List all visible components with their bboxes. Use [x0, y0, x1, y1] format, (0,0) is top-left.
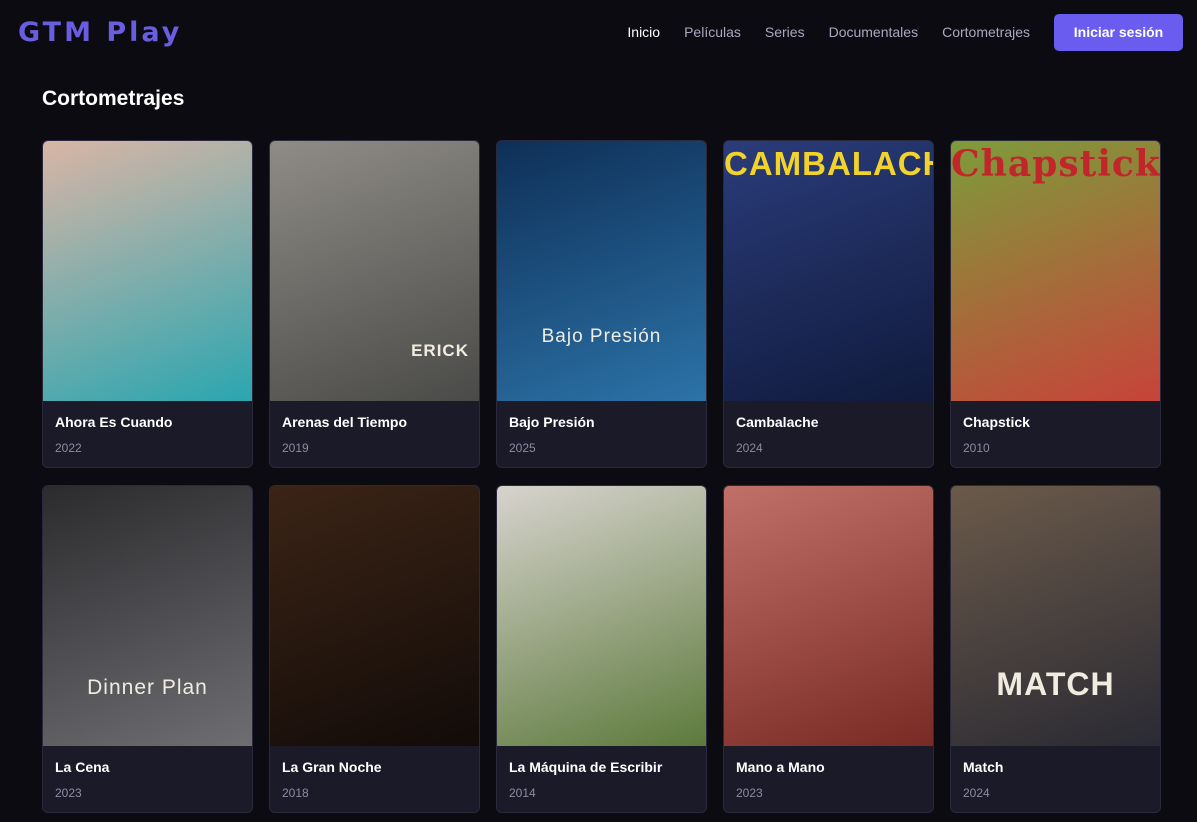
- movie-poster[interactable]: [497, 486, 706, 746]
- card-info: Ahora Es Cuando 2022: [43, 401, 252, 455]
- movie-title: Chapstick: [963, 414, 1030, 430]
- nav-peliculas[interactable]: Películas: [684, 24, 741, 40]
- movie-poster[interactable]: Bajo Presión: [497, 141, 706, 401]
- movie-card[interactable]: Dinner Plan La Cena 2023: [42, 485, 253, 813]
- nav-cortometrajes[interactable]: Cortometrajes: [942, 24, 1030, 40]
- movie-title: La Máquina de Escribir: [509, 759, 663, 775]
- main-nav: Inicio Películas Series Documentales Cor…: [627, 13, 1183, 51]
- login-button[interactable]: Iniciar sesión: [1054, 13, 1183, 51]
- movie-year: 2018: [282, 786, 309, 800]
- poster-title-text: Chapstick: [951, 143, 1160, 185]
- movie-year: 2014: [509, 786, 536, 800]
- movie-poster[interactable]: [270, 486, 479, 746]
- movie-year: 2024: [736, 441, 763, 455]
- movie-title: Cambalache: [736, 414, 819, 430]
- movie-poster[interactable]: ERICK: [270, 141, 479, 401]
- movie-card[interactable]: Bajo Presión Bajo Presión 2025: [496, 140, 707, 468]
- card-info: Match 2024: [951, 746, 1160, 800]
- movie-year: 2019: [282, 441, 309, 455]
- movie-card[interactable]: Chapstick Chapstick 2010: [950, 140, 1161, 468]
- movie-poster[interactable]: [724, 486, 933, 746]
- poster-title-text: CAMBALACHE: [724, 145, 933, 182]
- movie-poster[interactable]: Dinner Plan: [43, 486, 252, 746]
- movie-card[interactable]: ERICK Arenas del Tiempo 2019: [269, 140, 480, 468]
- movie-card[interactable]: CAMBALACHE Cambalache 2024: [723, 140, 934, 468]
- card-info: Arenas del Tiempo 2019: [270, 401, 479, 455]
- card-info: La Máquina de Escribir 2014: [497, 746, 706, 800]
- movie-card[interactable]: Ahora Es Cuando 2022: [42, 140, 253, 468]
- poster-title-text: MATCH: [996, 666, 1115, 702]
- card-info: Mano a Mano 2023: [724, 746, 933, 800]
- movie-title: Ahora Es Cuando: [55, 414, 173, 430]
- movie-title: La Cena: [55, 759, 110, 775]
- movie-title: Mano a Mano: [736, 759, 825, 775]
- card-info: Bajo Presión 2025: [497, 401, 706, 455]
- movie-card[interactable]: La Máquina de Escribir 2014: [496, 485, 707, 813]
- movie-year: 2025: [509, 441, 536, 455]
- movie-card[interactable]: MATCH Match 2024: [950, 485, 1161, 813]
- top-bar: GTM Play Inicio Películas Series Documen…: [0, 0, 1197, 64]
- movie-year: 2010: [963, 441, 990, 455]
- poster-title-text: ERICK: [411, 341, 469, 360]
- movie-poster[interactable]: MATCH: [951, 486, 1160, 746]
- movie-year: 2024: [963, 786, 990, 800]
- section-title: Cortometrajes: [42, 87, 185, 110]
- movie-year: 2022: [55, 441, 82, 455]
- card-info: La Gran Noche 2018: [270, 746, 479, 800]
- movie-title: La Gran Noche: [282, 759, 382, 775]
- movie-grid: Ahora Es Cuando 2022 ERICK Arenas del Tiemp…: [42, 140, 1161, 813]
- card-info: Chapstick 2010: [951, 401, 1160, 455]
- poster-title-text: Bajo Presión: [541, 326, 662, 347]
- nav-documentales[interactable]: Documentales: [829, 24, 919, 40]
- movie-poster[interactable]: CAMBALACHE: [724, 141, 933, 401]
- movie-title: Match: [963, 759, 1004, 775]
- poster-title-text: Dinner Plan: [87, 676, 208, 699]
- nav-series[interactable]: Series: [765, 24, 805, 40]
- movie-year: 2023: [736, 786, 763, 800]
- card-info: La Cena 2023: [43, 746, 252, 800]
- card-info: Cambalache 2024: [724, 401, 933, 455]
- movie-card[interactable]: La Gran Noche 2018: [269, 485, 480, 813]
- movie-year: 2023: [55, 786, 82, 800]
- site-logo[interactable]: GTM Play: [18, 17, 182, 48]
- movie-title: Bajo Presión: [509, 414, 595, 430]
- movie-title: Arenas del Tiempo: [282, 414, 408, 430]
- movie-card[interactable]: Mano a Mano 2023: [723, 485, 934, 813]
- movie-poster[interactable]: [43, 141, 252, 401]
- nav-inicio[interactable]: Inicio: [627, 24, 660, 40]
- movie-poster[interactable]: Chapstick: [951, 141, 1160, 401]
